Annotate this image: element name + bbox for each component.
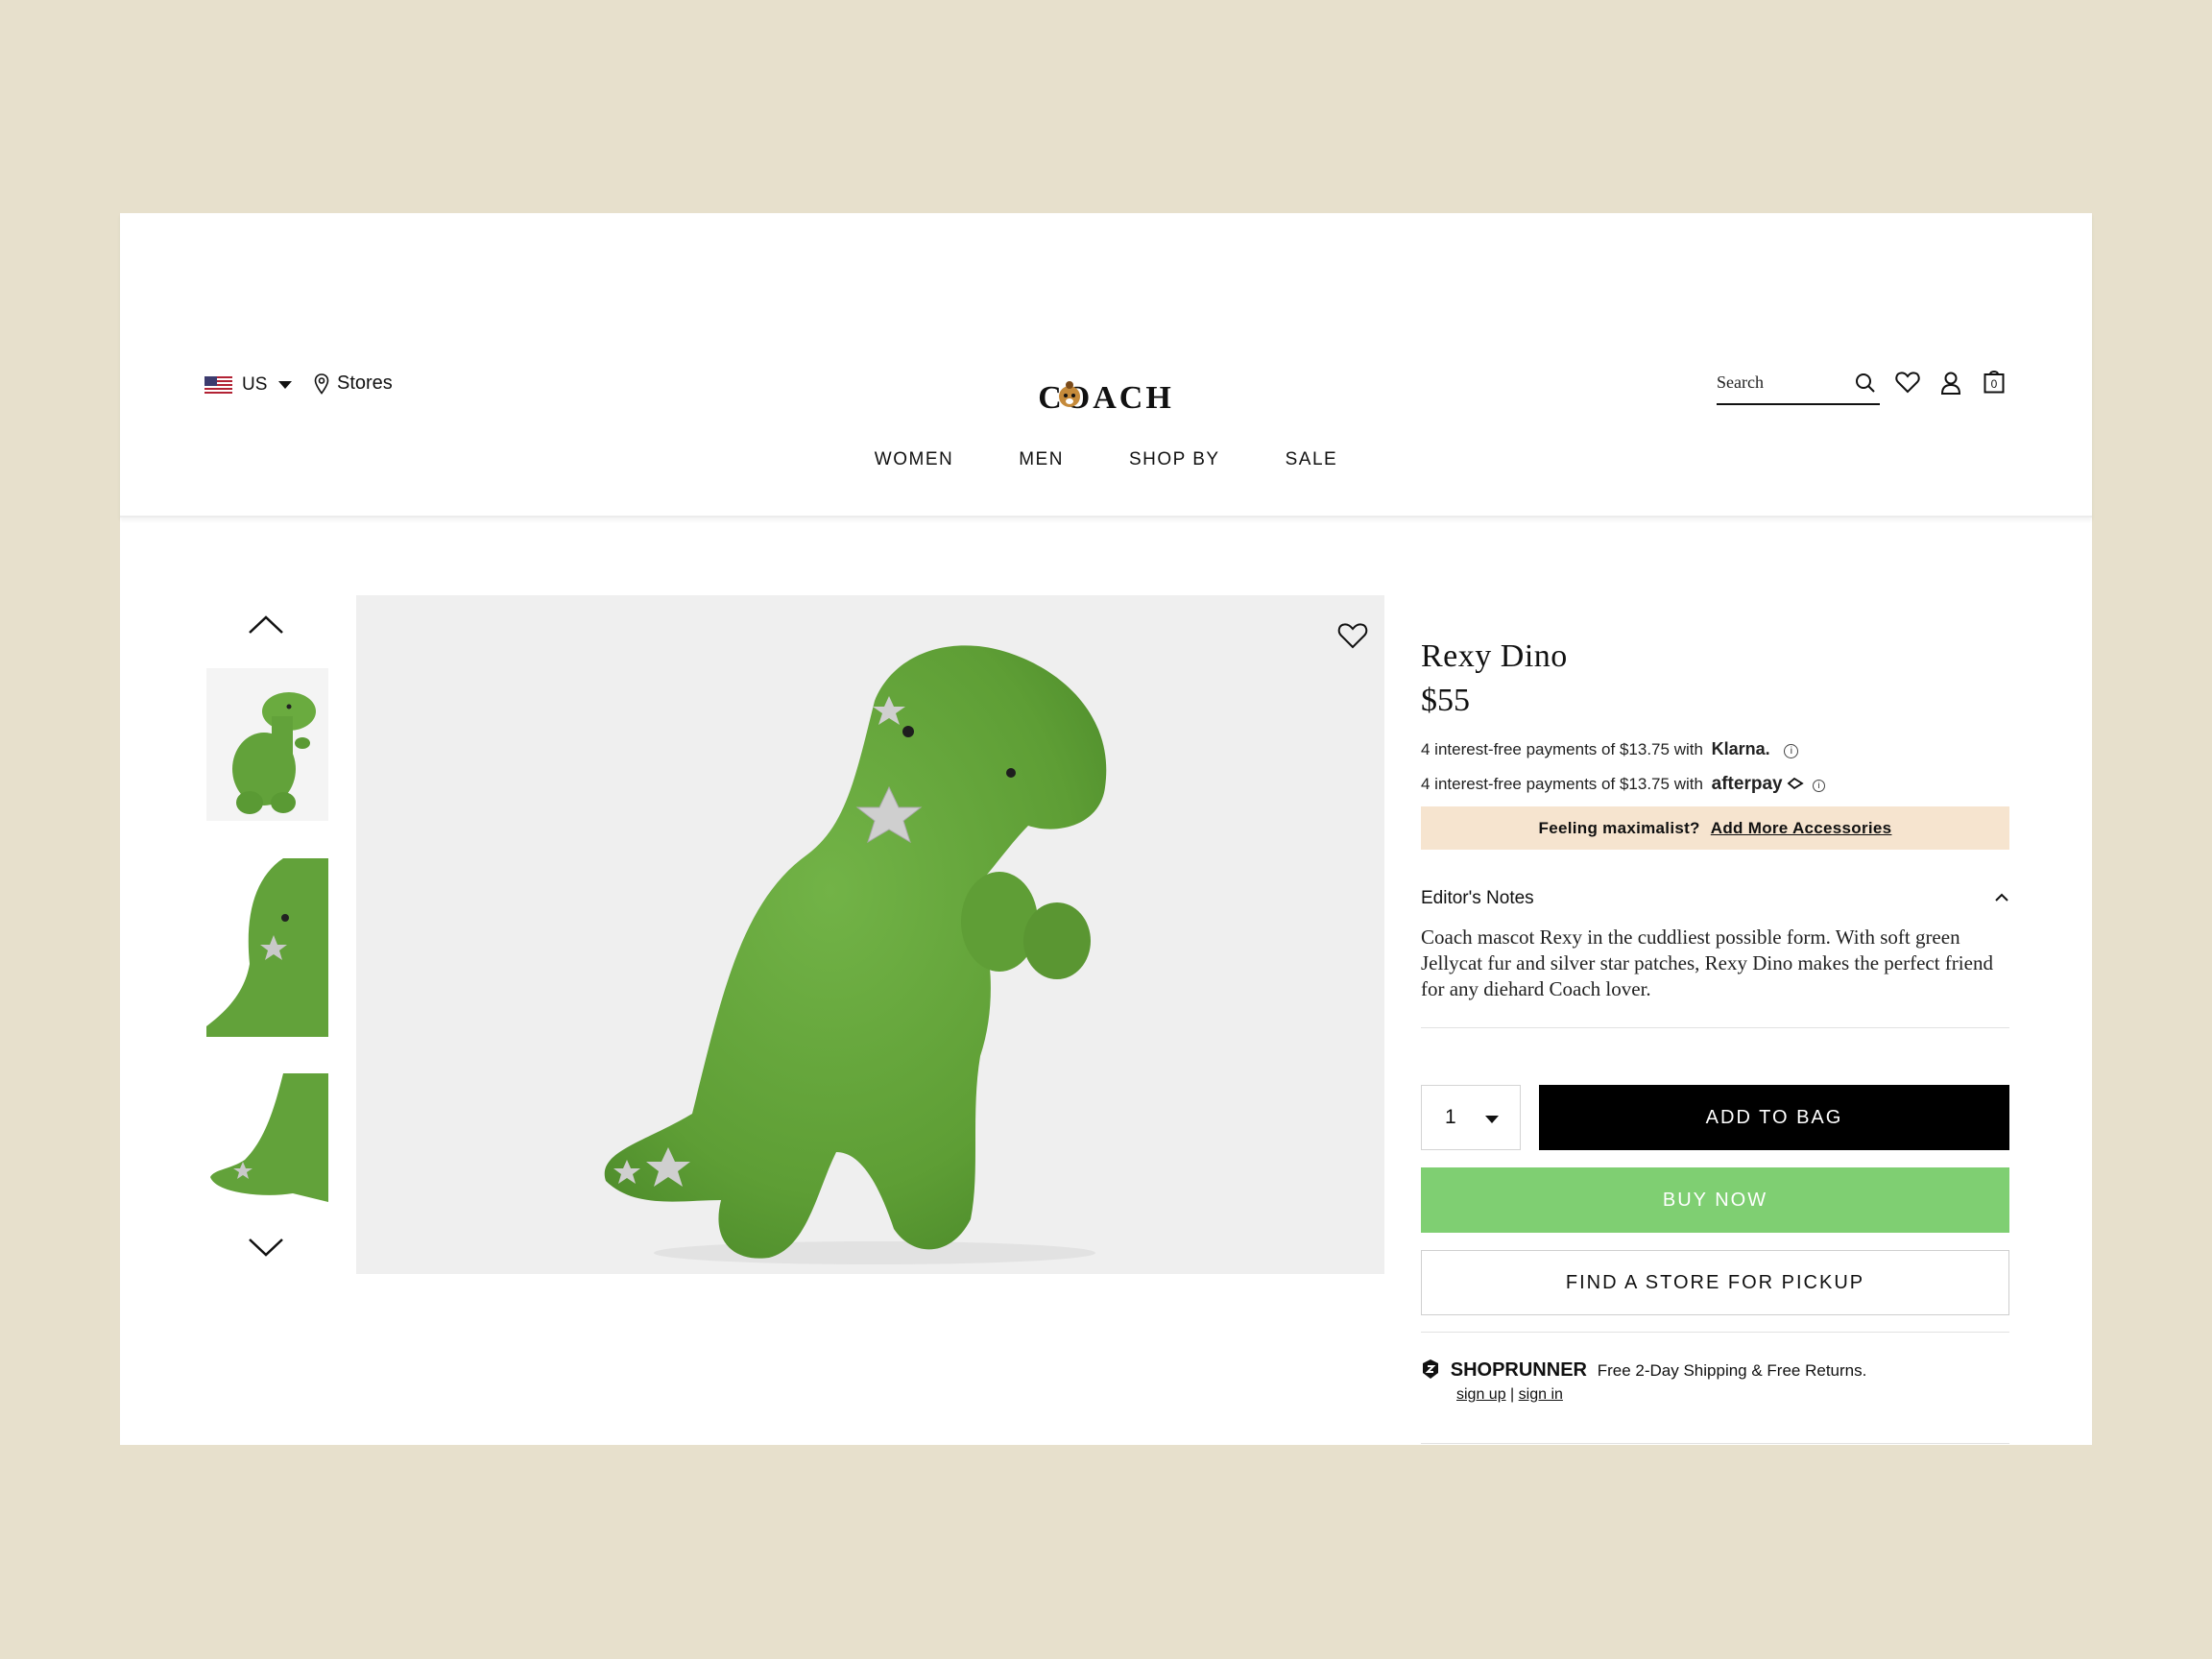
browser-page: US Stores COACH Search 0 WOMEN MEN SHOP … <box>120 213 2092 1445</box>
afterpay-logo: afterpay <box>1711 774 1783 794</box>
chevron-up-icon[interactable] <box>1995 893 2008 902</box>
afterpay-with: with <box>1673 775 1703 793</box>
divider <box>1421 1332 2009 1333</box>
main-product-image[interactable] <box>356 595 1384 1274</box>
thumbnail-1[interactable] <box>206 668 328 821</box>
nav-men[interactable]: MEN <box>1019 449 1064 470</box>
promo-banner: Feeling maximalist? Add More Accessories <box>1421 806 2009 850</box>
bag-button[interactable]: 0 <box>1984 369 2005 394</box>
thumbnail-3-image <box>206 1073 328 1202</box>
promo-text: Feeling maximalist? <box>1538 819 1700 837</box>
klarna-payment-line: 4 interest-free payments of $13.75 with … <box>1421 739 1799 759</box>
rexy-dino-image <box>604 645 1107 1264</box>
add-to-bag-button[interactable]: ADD TO BAG <box>1539 1085 2009 1150</box>
search-field[interactable]: Search <box>1717 369 1880 405</box>
thumbnail-prev-chevron-up-icon[interactable] <box>247 614 285 636</box>
stores-link[interactable]: Stores <box>314 373 393 395</box>
bag-count: 0 <box>1990 377 1998 391</box>
afterpay-amount: $13.75 <box>1619 775 1670 793</box>
nav-women[interactable]: WOMEN <box>875 449 953 470</box>
thumbnail-3[interactable] <box>206 1073 328 1202</box>
quantity-select[interactable]: 1 <box>1421 1085 1521 1150</box>
divider <box>1421 1027 2009 1028</box>
quantity-value: 1 <box>1445 1106 1456 1128</box>
add-more-accessories-link[interactable]: Add More Accessories <box>1711 819 1892 837</box>
country-selector[interactable]: US <box>204 374 293 396</box>
search-icon[interactable] <box>1855 373 1876 394</box>
thumbnail-2[interactable] <box>206 858 328 1037</box>
klarna-info-icon[interactable]: i <box>1784 744 1799 758</box>
buy-now-button[interactable]: BUY NOW <box>1421 1167 2009 1233</box>
search-input[interactable]: Search <box>1717 373 1764 393</box>
caret-down-icon <box>278 381 293 389</box>
shoprunner-sign-in-link[interactable]: sign in <box>1519 1386 1563 1403</box>
klarna-with: with <box>1673 740 1703 758</box>
shoprunner-banner: SHOPRUNNER Free 2-Day Shipping & Free Re… <box>1421 1358 1866 1382</box>
us-flag-icon <box>204 375 232 395</box>
caret-down-icon <box>1485 1116 1499 1123</box>
main-nav: WOMEN MEN SHOP BY SALE <box>120 449 2092 470</box>
shoprunner-name: SHOPRUNNER <box>1450 1359 1587 1381</box>
thumbnail-2-image <box>206 858 328 1037</box>
shoprunner-sign-up-link[interactable]: sign up <box>1456 1386 1506 1403</box>
editors-notes-body: Coach mascot Rexy in the cuddliest possi… <box>1421 926 1993 1000</box>
editors-notes-header[interactable]: Editor's Notes <box>1421 888 1534 909</box>
afterpay-text: 4 interest-free payments of <box>1421 775 1616 793</box>
klarna-text: 4 interest-free payments of <box>1421 740 1616 758</box>
heart-icon[interactable] <box>1895 371 1920 394</box>
find-store-button[interactable]: FIND A STORE FOR PICKUP <box>1421 1250 2009 1315</box>
favorite-heart-icon[interactable] <box>1337 622 1368 649</box>
product-title: Rexy Dino <box>1421 638 1568 674</box>
account-icon[interactable] <box>1940 371 1961 396</box>
location-pin-icon <box>314 373 329 395</box>
shoprunner-separator: | <box>1510 1386 1515 1403</box>
thumbnail-1-image <box>206 668 328 821</box>
shoprunner-icon <box>1423 1359 1438 1379</box>
country-code: US <box>242 374 268 395</box>
product-price: $55 <box>1421 683 1470 718</box>
afterpay-arrow-icon <box>1787 777 1805 790</box>
logo-text: COACH <box>1038 380 1174 414</box>
thumbnail-next-chevron-down-icon[interactable] <box>247 1237 285 1258</box>
shoprunner-tagline: Free 2-Day Shipping & Free Returns. <box>1597 1361 1867 1380</box>
afterpay-payment-line: 4 interest-free payments of $13.75 with … <box>1421 774 1826 795</box>
afterpay-info-icon[interactable]: i <box>1813 780 1826 792</box>
klarna-amount: $13.75 <box>1619 740 1670 758</box>
divider <box>1421 1443 2009 1444</box>
shoprunner-links: sign up | sign in <box>1456 1386 1563 1404</box>
coach-logo[interactable]: COACH <box>1020 372 1192 414</box>
stores-label: Stores <box>337 373 393 394</box>
site-header: US Stores COACH Search 0 WOMEN MEN SHOP … <box>120 213 2092 517</box>
nav-shop-by[interactable]: SHOP BY <box>1129 449 1220 470</box>
nav-sale[interactable]: SALE <box>1286 449 1338 470</box>
klarna-logo: Klarna. <box>1711 739 1770 758</box>
